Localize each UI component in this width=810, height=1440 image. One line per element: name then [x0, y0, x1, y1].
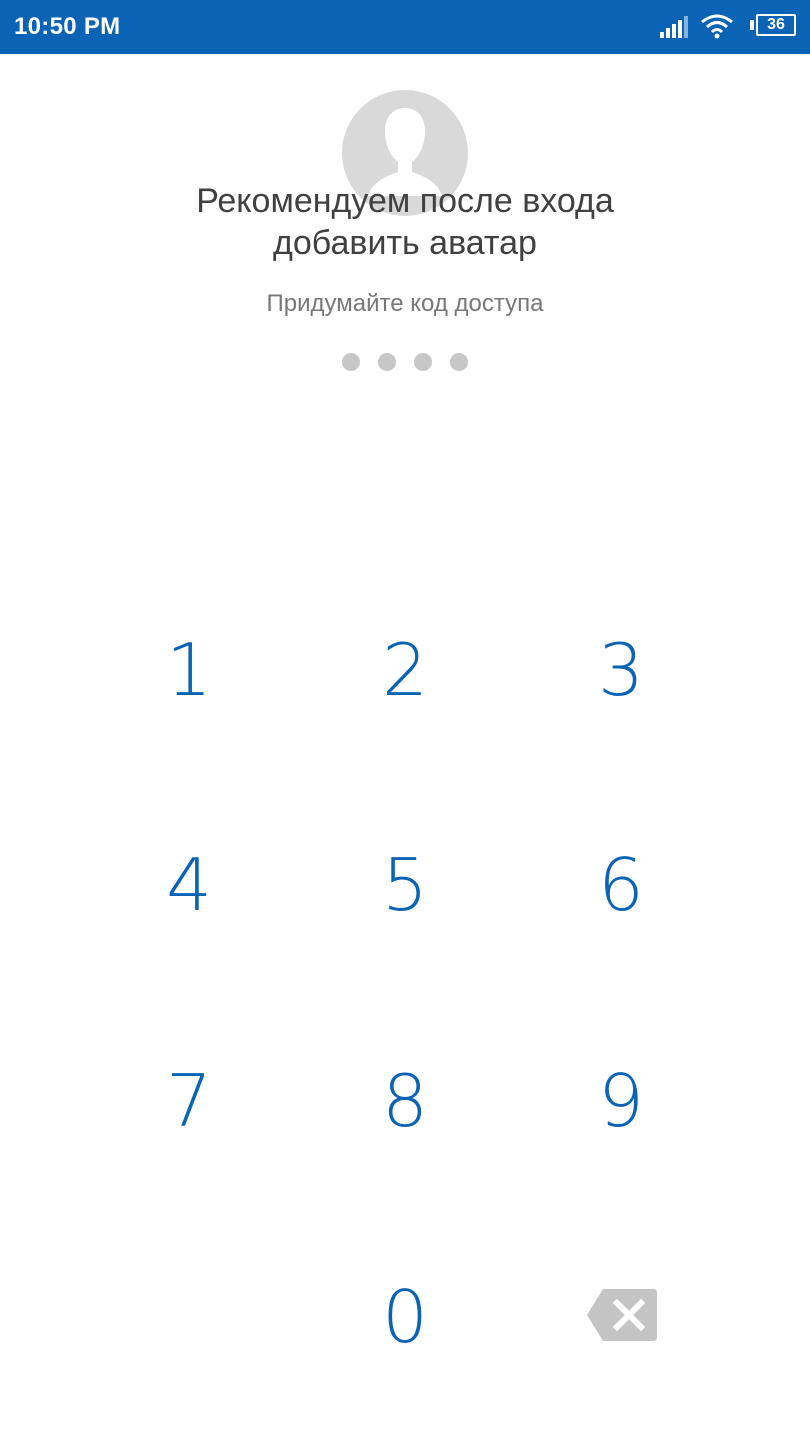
key-2[interactable]: 2	[297, 570, 513, 770]
passcode-dot	[414, 353, 432, 371]
passcode-indicator	[342, 353, 472, 373]
key-1[interactable]: 1	[81, 570, 297, 770]
passcode-dot	[342, 353, 360, 371]
avatar-recommendation-title: Рекомендуем после входа добавить аватар	[0, 180, 810, 264]
key-9[interactable]: 9	[513, 1001, 729, 1201]
key-0[interactable]: 0	[297, 1217, 513, 1417]
passcode-dot	[450, 353, 468, 371]
backspace-button[interactable]	[562, 1285, 682, 1345]
key-7[interactable]: 7	[81, 1001, 297, 1201]
key-3[interactable]: 3	[513, 570, 729, 770]
status-bar: 10:50 PM 36	[0, 0, 810, 54]
key-5[interactable]: 5	[297, 785, 513, 985]
title-line-1: Рекомендуем после входа	[196, 182, 614, 220]
status-time: 10:50 PM	[14, 13, 121, 40]
passcode-dot	[378, 353, 396, 371]
title-line-2: добавить аватар	[273, 224, 537, 262]
key-4[interactable]: 4	[81, 785, 297, 985]
passcode-instruction: Придумайте код доступа	[266, 290, 544, 317]
signal-icon	[660, 16, 688, 38]
wifi-icon	[701, 14, 733, 39]
key-6[interactable]: 6	[513, 785, 729, 985]
status-icons: 36	[636, 12, 796, 42]
backspace-icon	[587, 1289, 657, 1341]
battery-icon: 36	[756, 14, 796, 36]
key-8[interactable]: 8	[297, 1001, 513, 1201]
battery-nub	[750, 20, 754, 30]
